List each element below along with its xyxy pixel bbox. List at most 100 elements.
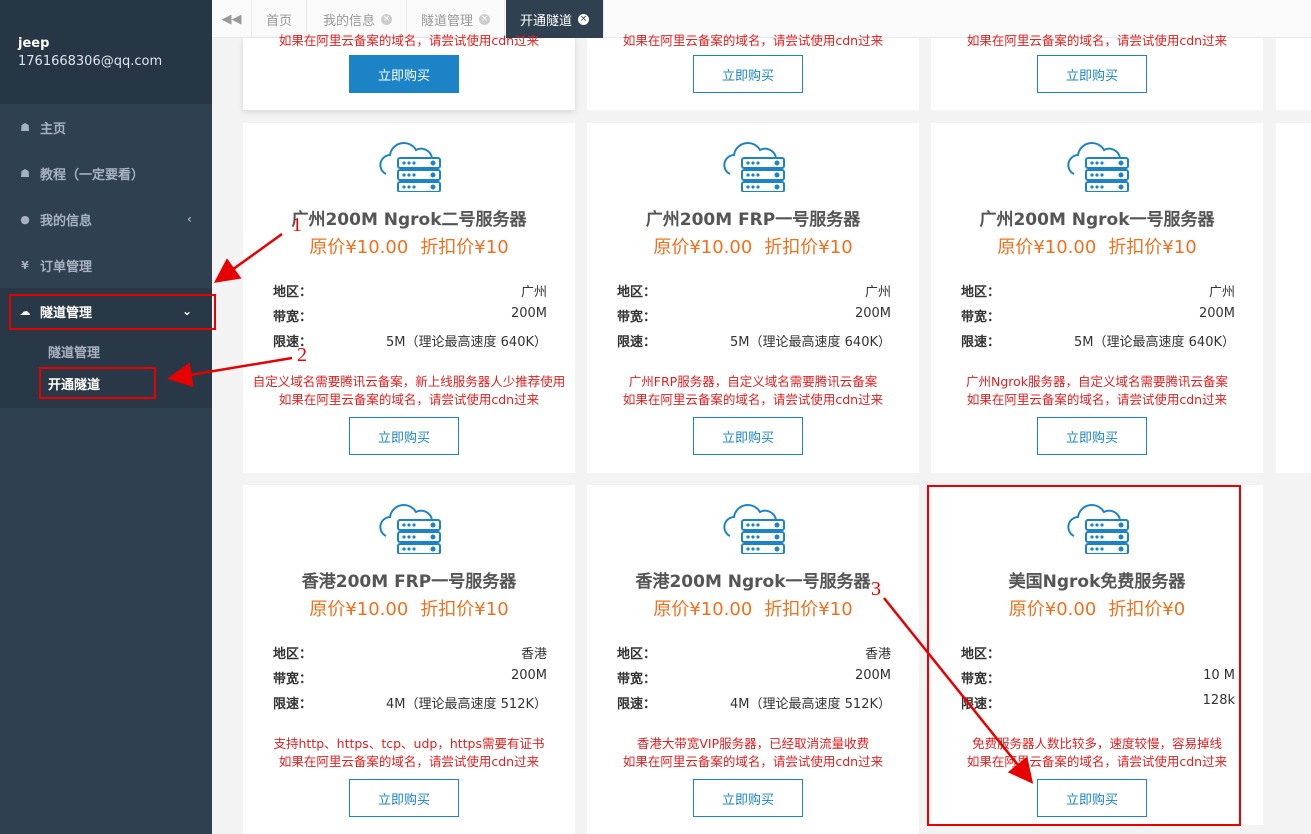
spec-bandwidth: 带宽： 200M — [617, 306, 891, 326]
cloud-server-icon — [379, 141, 441, 192]
user-email: 1761668306@qq.com — [18, 54, 163, 69]
spec-key: 地区： — [617, 647, 657, 662]
card-title: 广州200M Ngrok一号服务器 — [979, 210, 1215, 230]
spec-bandwidth: 带宽： 200M — [617, 668, 891, 688]
card-note: 如果在阿里云备案的域名，请尝试使用cdn过来 — [278, 754, 540, 769]
home-icon: ☗ — [20, 120, 30, 134]
server-card-partial: 如果在阿里云备案的域名，请尝试使用cdn过来 立即购买 — [931, 33, 1263, 110]
spec-region: 地区： 广州 — [617, 281, 891, 301]
buy-button[interactable]: 立即购买 — [1037, 417, 1147, 455]
card-note: 如果在阿里云备案的域名，请尝试使用cdn过来 — [966, 392, 1228, 407]
server-card: 香港200M FRP一号服务器 原价¥10.00 折扣价¥10 地区： 香港 带宽：… — [243, 485, 575, 834]
card-note: 支持http、https、tcp、udp，https需要有证书 — [273, 736, 545, 751]
spec-value: 香港 — [520, 647, 547, 662]
original-price: 原价¥10.00 — [653, 237, 753, 258]
spec-key: 带宽： — [273, 672, 313, 687]
discount-price: 折扣价¥10 — [1108, 237, 1197, 258]
spec-speed: 限速： 5M（理论最高速度 640K） — [961, 331, 1235, 351]
spec-value: 200M — [510, 668, 547, 683]
original-price: 原价¥10.00 — [997, 237, 1097, 258]
tab-label: 我的信息 — [323, 13, 376, 29]
close-icon[interactable]: × — [479, 13, 491, 25]
card-note: 如果在阿里云备案的域名，请尝试使用cdn过来 — [278, 33, 540, 48]
spec-value: 5M（理论最高速度 640K） — [730, 335, 891, 350]
subnav-item-tunnel-manage[interactable]: 隧道管理 — [48, 342, 100, 361]
annotation-box — [927, 485, 1241, 826]
spec-value: 广州 — [520, 285, 547, 300]
card-price: 原价¥10.00 折扣价¥10 — [587, 233, 919, 259]
spec-speed: 限速： 4M（理论最高速度 512K） — [617, 693, 891, 713]
spec-value: 4M（理论最高速度 512K） — [386, 697, 547, 712]
discount-price: 折扣价¥10 — [420, 237, 509, 258]
annotation-box — [39, 367, 156, 399]
spec-value: 200M — [854, 668, 891, 683]
server-card-partial — [1276, 123, 1311, 473]
spec-value: 5M（理论最高速度 640K） — [1074, 335, 1235, 350]
buy-button[interactable]: 立即购买 — [349, 779, 459, 817]
discount-price: 折扣价¥10 — [764, 599, 853, 620]
user-name[interactable]: jeep — [18, 36, 212, 51]
card-title: 香港200M Ngrok一号服务器 — [635, 572, 871, 592]
card-title: 广州200M FRP一号服务器 — [645, 210, 861, 230]
server-card: 广州200M Ngrok一号服务器 原价¥10.00 折扣价¥10 地区： 广州 带… — [931, 123, 1263, 473]
card-title: 香港200M FRP一号服务器 — [301, 572, 517, 592]
spec-region: 地区： 香港 — [273, 643, 547, 663]
card-price: 原价¥10.00 折扣价¥10 — [243, 595, 575, 621]
spec-value: 香港 — [864, 647, 891, 662]
spec-value: 5M（理论最高速度 640K） — [386, 335, 547, 350]
spec-speed: 限速： 5M（理论最高速度 640K） — [617, 331, 891, 351]
discount-price: 折扣价¥10 — [420, 599, 509, 620]
buy-button[interactable]: 立即购买 — [349, 417, 459, 455]
sidebar-item-tutorial[interactable]: ☗ 教程（一定要看） — [0, 150, 212, 196]
card-note: 广州Ngrok服务器，自定义域名需要腾讯云备案 — [965, 374, 1229, 389]
sidebar-item-label: 主页 — [40, 121, 67, 137]
card-note: 如果在阿里云备案的域名，请尝试使用cdn过来 — [966, 33, 1228, 48]
cloud-server-icon — [1067, 141, 1129, 192]
server-card-partial: 如果在阿里云备案的域名，请尝试使用cdn过来 立即购买 — [587, 33, 919, 110]
spec-bandwidth: 带宽： 200M — [273, 668, 547, 688]
card-note: 香港大带宽VIP服务器，已经取消流量收费 — [636, 736, 870, 751]
user-profile: jeep 1761668306@qq.com — [0, 0, 212, 104]
tab-label: 隧道管理 — [421, 13, 474, 29]
yen-icon: ¥ — [21, 258, 29, 272]
spec-key: 限速： — [273, 697, 313, 712]
card-price: 原价¥10.00 折扣价¥10 — [931, 233, 1263, 259]
server-card: 广州200M FRP一号服务器 原价¥10.00 折扣价¥10 地区： 广州 带宽：… — [587, 123, 919, 473]
original-price: 原价¥10.00 — [309, 237, 409, 258]
buy-button[interactable]: 立即购买 — [693, 417, 803, 455]
spec-key: 地区： — [617, 285, 657, 300]
chevron-left-icon: ‹ — [187, 212, 192, 226]
card-note: 如果在阿里云备案的域名，请尝试使用cdn过来 — [278, 392, 540, 407]
annotation-box — [9, 294, 216, 330]
server-card-partial — [1276, 38, 1311, 110]
buy-button[interactable]: 立即购买 — [1037, 55, 1147, 93]
spec-key: 限速： — [617, 335, 657, 350]
spec-key: 地区： — [273, 285, 313, 300]
buy-button[interactable]: 立即购买 — [349, 55, 459, 93]
spec-key: 带宽： — [273, 310, 313, 325]
card-price: 原价¥10.00 折扣价¥10 — [587, 595, 919, 621]
sidebar-item-label: 订单管理 — [40, 259, 93, 275]
tab-label: 开通隧道 — [520, 13, 573, 29]
sidebar-item-orders[interactable]: ¥ 订单管理 — [0, 242, 212, 288]
cloud-server-icon — [723, 141, 785, 192]
tab-label: 首页 — [266, 13, 293, 29]
buy-button[interactable]: 立即购买 — [693, 779, 803, 817]
annotation-number: 3 — [871, 578, 881, 600]
card-note: 广州FRP服务器，自定义域名需要腾讯云备案 — [628, 374, 878, 389]
spec-key: 地区： — [273, 647, 313, 662]
close-icon[interactable]: × — [381, 13, 393, 25]
annotation-number: 1 — [292, 214, 302, 236]
spec-region: 地区： 广州 — [961, 281, 1235, 301]
spec-key: 限速： — [617, 697, 657, 712]
buy-button[interactable]: 立即购买 — [693, 55, 803, 93]
sidebar-item-label: 我的信息 — [40, 213, 93, 229]
spec-speed: 限速： 4M（理论最高速度 512K） — [273, 693, 547, 713]
server-card-partial: 如果在阿里云备案的域名，请尝试使用cdn过来 立即购买 — [243, 33, 575, 110]
sidebar-item-home[interactable]: ☗ 主页 — [0, 104, 212, 150]
sidebar-item-my-info[interactable]: ● 我的信息 ‹ — [0, 196, 212, 242]
card-note: 自定义域名需要腾讯云备案，新上线服务器人少推荐使用 — [252, 374, 566, 389]
spec-key: 限速： — [961, 335, 1001, 350]
close-icon[interactable]: × — [578, 13, 590, 25]
spec-value: 200M — [510, 306, 547, 321]
